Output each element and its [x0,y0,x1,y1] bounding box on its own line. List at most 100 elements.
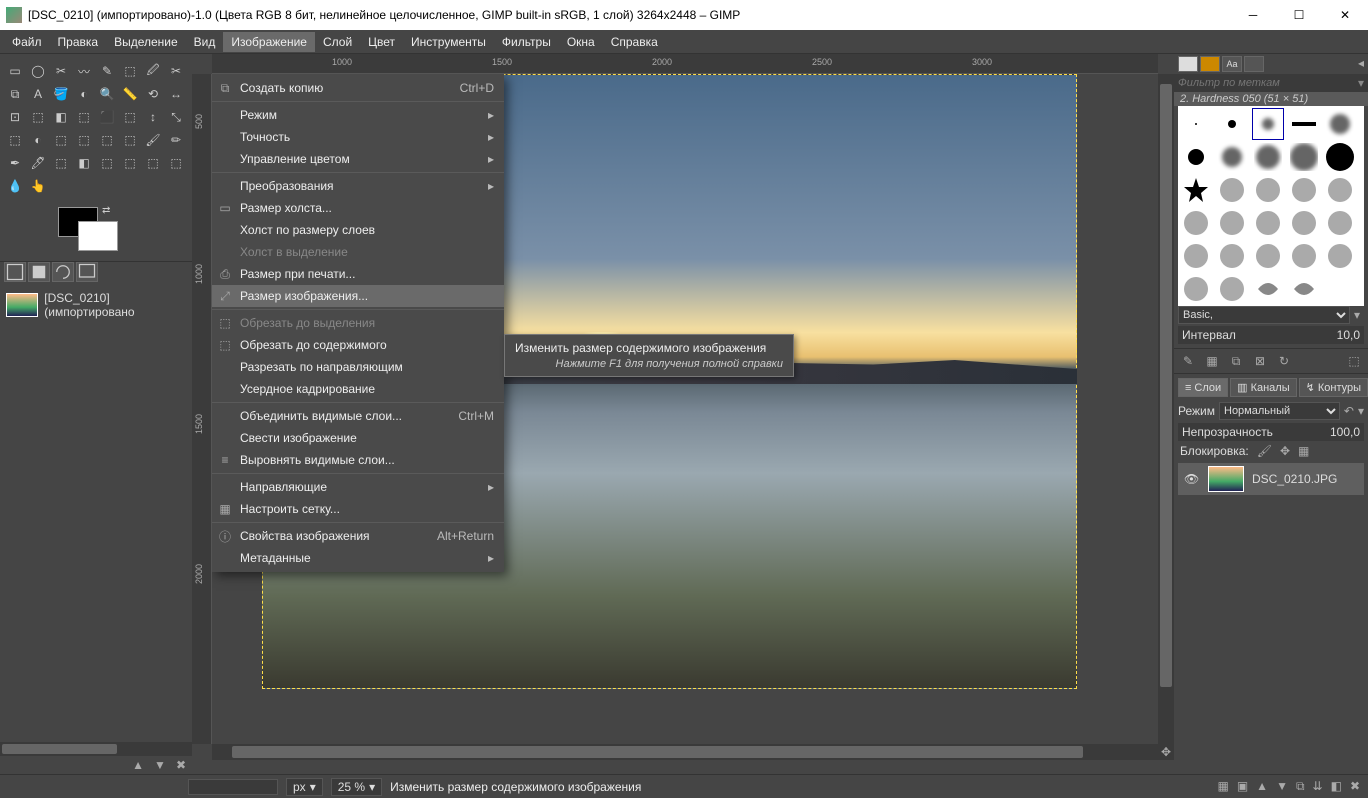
brush-preset[interactable] [1216,273,1248,305]
tool-7[interactable]: ✂ [165,60,187,82]
history-tab[interactable] [1244,56,1264,72]
device-status-tab[interactable] [28,262,50,282]
tool-41[interactable]: 👆 [27,175,49,197]
lower-layer-icon[interactable]: ▼ [1276,779,1288,794]
lock-pixels-icon[interactable]: 🖌 [1257,444,1272,458]
horizontal-ruler[interactable]: 10001500200025003000 [212,54,1158,74]
menu-item--[interactable]: Точность▸ [212,126,504,148]
brush-preset-select[interactable]: Basic, [1178,306,1350,324]
open-as-image-icon[interactable]: ⬚ [1346,353,1362,369]
tool-24[interactable]: ⬚ [4,129,26,151]
brushes-tab[interactable] [1178,56,1198,72]
menu-item--[interactable]: Холст по размеру слоев [212,219,504,241]
tool-17[interactable]: ⬚ [27,106,49,128]
tool-22[interactable]: ↕ [142,106,164,128]
mask-icon[interactable]: ◧ [1331,779,1342,794]
menu-item--[interactable]: Свести изображение [212,427,504,449]
brush-preset[interactable] [1180,240,1212,272]
tool-19[interactable]: ⬚ [73,106,95,128]
channels-tab[interactable]: ▥Каналы [1230,378,1296,397]
menu-item--[interactable]: ⎙Размер при печати... [212,263,504,285]
brush-preset[interactable] [1288,141,1320,173]
horizontal-scrollbar[interactable] [212,744,1158,760]
brush-preset[interactable] [1324,141,1356,173]
tool-25[interactable]: ◐ [27,129,49,151]
unit-selector[interactable]: px▾ [286,778,323,796]
canvas-viewport[interactable]: ⧉Создать копиюCtrl+DРежим▸Точность▸Управ… [212,74,1158,744]
duplicate-brush-icon[interactable]: ⧉ [1228,353,1244,369]
tool-0[interactable]: ▭ [4,60,26,82]
edit-brush-icon[interactable]: ✎ [1180,353,1196,369]
tool-28[interactable]: ⬚ [96,129,118,151]
brush-preset[interactable] [1216,108,1248,140]
brush-preset[interactable] [1324,273,1356,305]
opacity-row[interactable]: Непрозрачность 100,0 [1178,423,1364,441]
tool-4[interactable]: ✎ [96,60,118,82]
brush-grid[interactable] [1178,106,1364,306]
layers-tab[interactable]: ≡Слои [1178,378,1228,397]
tool-33[interactable]: 🖊 [27,152,49,174]
lock-position-icon[interactable]: ✥ [1280,444,1290,458]
menu-item--[interactable]: Разрезать по направляющим [212,356,504,378]
tool-34[interactable]: ⬚ [50,152,72,174]
brush-preset[interactable] [1252,207,1284,239]
brush-preset[interactable] [1180,273,1212,305]
menu-item--[interactable]: Управление цветом▸ [212,148,504,170]
lower-icon[interactable]: ▼ [154,758,166,772]
menu-item--[interactable]: Режим▸ [212,104,504,126]
tool-15[interactable]: ↔ [165,83,187,105]
menu-item--[interactable]: ≡Выровнять видимые слои... [212,449,504,471]
brush-preset[interactable] [1288,273,1320,305]
menu-цвет[interactable]: Цвет [360,32,403,52]
tool-16[interactable]: ⊡ [4,106,26,128]
fonts-tab[interactable]: Aa [1222,56,1242,72]
tool-38[interactable]: ⬚ [142,152,164,174]
merge-down-icon[interactable]: ⇊ [1313,779,1323,794]
tool-37[interactable]: ⬚ [119,152,141,174]
brush-preset[interactable] [1324,108,1356,140]
zoom-selector[interactable]: 25 %▾ [331,778,382,796]
tool-29[interactable]: ⬚ [119,129,141,151]
tool-11[interactable]: ◐ [73,83,95,105]
menu-item--[interactable]: ⬚Обрезать до содержимого [212,334,504,356]
images-tab[interactable] [76,262,98,282]
brush-preset[interactable] [1324,207,1356,239]
menu-вид[interactable]: Вид [186,32,224,52]
tool-32[interactable]: ✒ [4,152,26,174]
tool-12[interactable]: 🔍 [96,83,118,105]
tool-9[interactable]: A [27,83,49,105]
tool-30[interactable]: 🖌 [142,129,164,151]
menu-окна[interactable]: Окна [559,32,603,52]
color-selector[interactable]: ⇄ [0,201,192,261]
menu-справка[interactable]: Справка [603,32,666,52]
brush-filter[interactable]: ▾ [1174,74,1368,92]
tool-36[interactable]: ⬚ [96,152,118,174]
dropdown-icon[interactable]: ▾ [1358,404,1364,418]
menu-слой[interactable]: Слой [315,32,360,52]
tool-5[interactable]: ⬚ [119,60,141,82]
menu-item--[interactable]: Объединить видимые слои...Ctrl+M [212,405,504,427]
brush-preset[interactable] [1180,141,1212,173]
refresh-brush-icon[interactable]: ↻ [1276,353,1292,369]
patterns-tab[interactable] [1200,56,1220,72]
brush-preset[interactable] [1324,174,1356,206]
brush-preset[interactable] [1180,174,1212,206]
dropdown-icon[interactable]: ▾ [1350,308,1364,322]
raise-icon[interactable]: ▲ [132,758,144,772]
tool-3[interactable]: 〰 [73,60,95,82]
raise-layer-icon[interactable]: ▲ [1256,779,1268,794]
delete-icon[interactable]: ✖ [176,758,186,772]
delete-layer-icon[interactable]: ✖ [1350,779,1360,794]
tool-20[interactable]: ⬛ [96,106,118,128]
brush-preset[interactable] [1252,141,1284,173]
brush-preset[interactable] [1288,207,1320,239]
image-entry[interactable]: [DSC_0210] (импортировано [0,289,192,321]
menu-item--[interactable]: Направляющие▸ [212,476,504,498]
brush-preset[interactable] [1180,108,1212,140]
menu-item--[interactable]: ▦Настроить сетку... [212,498,504,520]
menu-фильтры[interactable]: Фильтры [494,32,559,52]
tool-1[interactable]: ◯ [27,60,49,82]
tool-23[interactable]: ⤡ [165,106,187,128]
tool-18[interactable]: ◧ [50,106,72,128]
brush-preset[interactable] [1252,108,1284,140]
